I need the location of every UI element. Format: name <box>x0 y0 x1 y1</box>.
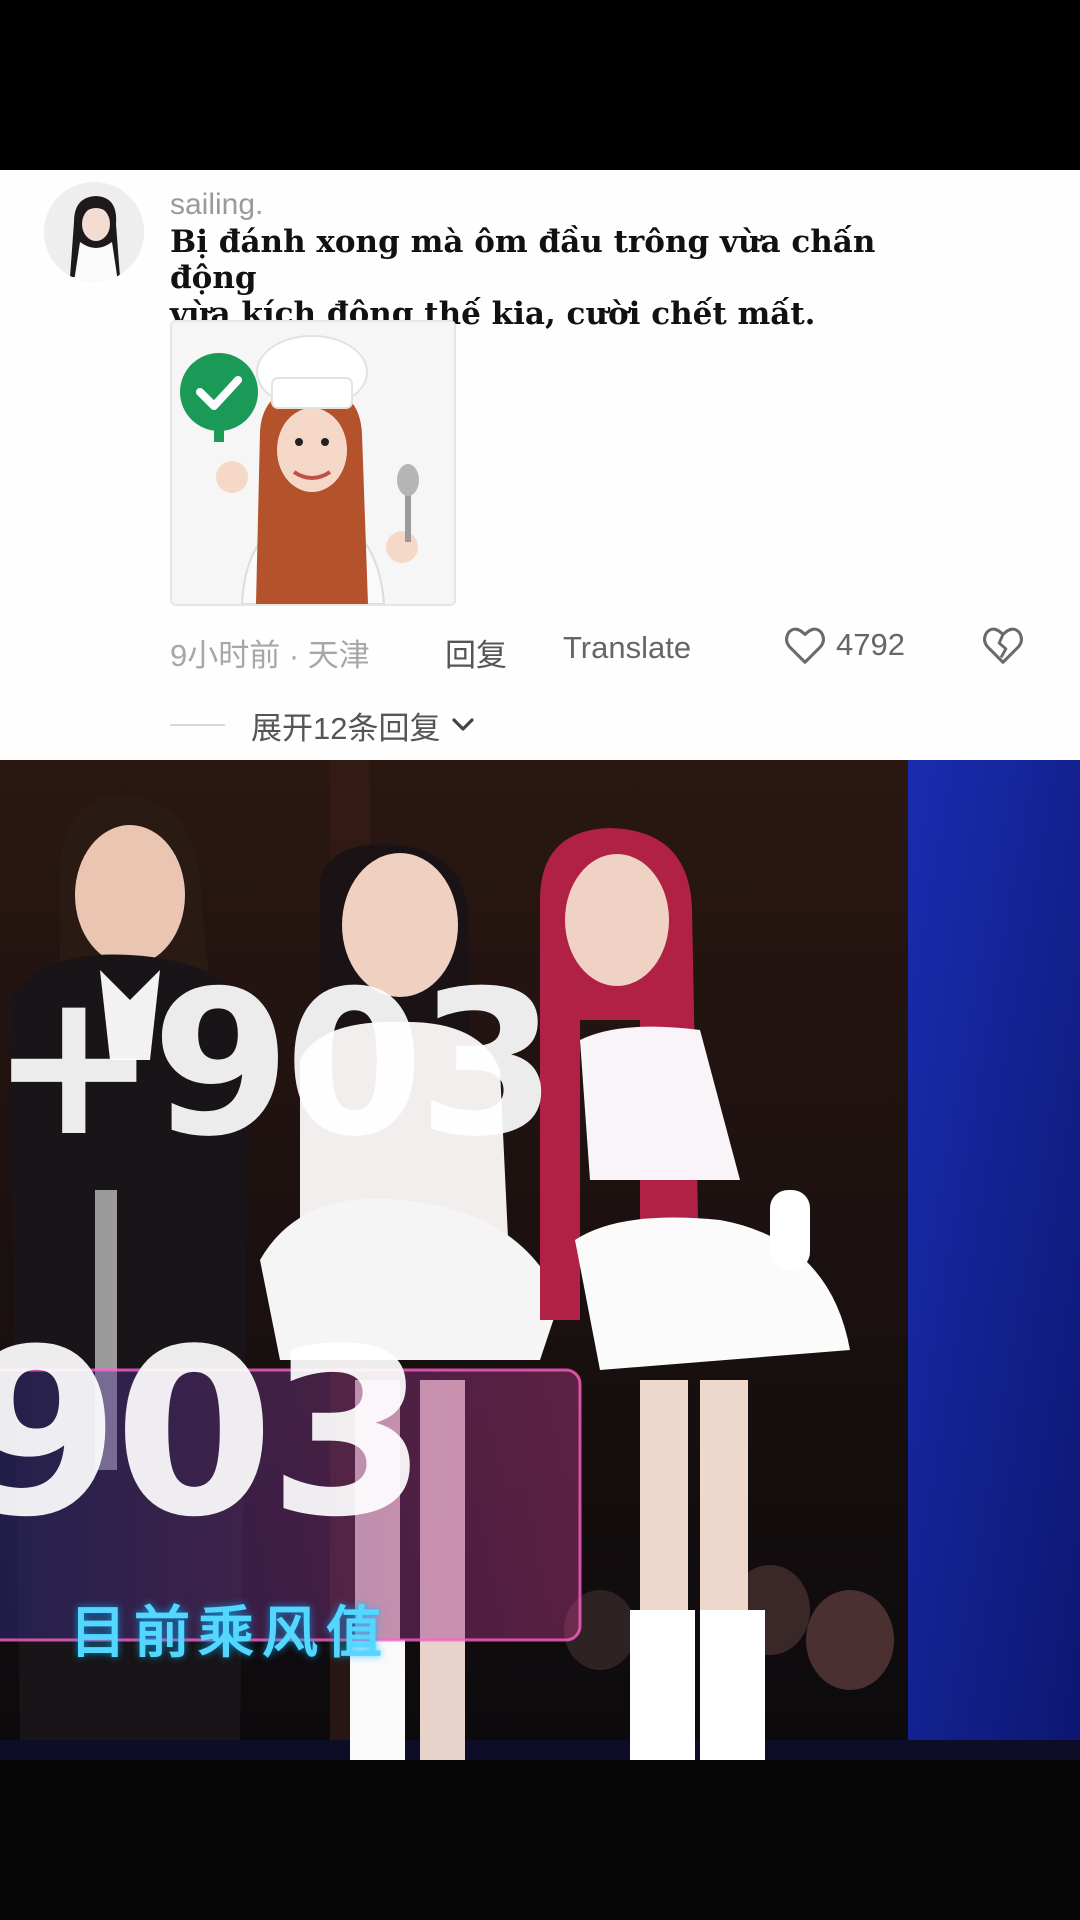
avatar-image <box>44 182 144 282</box>
like-count: 4792 <box>836 627 905 662</box>
comment-text-line-1: Bị đánh xong mà ôm đầu trông vừa chấn độ… <box>170 224 876 296</box>
score-overlay-top: +903 <box>0 948 557 1181</box>
comment-meta-row: 9小时前 · 天津 回复 Translate 4792 <box>170 620 1050 673</box>
comment-time-location: 9小时前 · 天津 <box>170 638 370 673</box>
username[interactable]: sailing. <box>170 188 263 222</box>
dislike-button[interactable] <box>980 622 1026 668</box>
avatar[interactable] <box>44 182 144 282</box>
comment-text: Bị đánh xong mà ôm đầu trông vừa chấn độ… <box>170 224 930 332</box>
reply-button[interactable]: 回复 <box>445 630 507 675</box>
broken-heart-icon <box>983 627 1023 664</box>
screen: sailing. Bị đánh xong mà ôm đầu trông vừ… <box>0 0 1080 1920</box>
comment-card: sailing. Bị đánh xong mà ôm đầu trông vừ… <box>0 170 1080 760</box>
score-overlay-bottom: 903 <box>0 1301 428 1568</box>
chef-sticker-image <box>172 322 454 604</box>
expand-replies-button[interactable]: 展开12条回复 <box>170 705 480 746</box>
score-overlay-label: 目前乘风值 <box>70 1601 390 1664</box>
like-button[interactable]: 4792 <box>782 620 905 670</box>
check-sign-icon <box>180 353 258 431</box>
heart-outline-icon <box>785 627 825 664</box>
bottom-dark-area <box>0 1760 1080 1920</box>
expand-divider <box>170 724 225 726</box>
translate-button[interactable]: Translate <box>563 630 691 666</box>
chevron-down-icon <box>452 718 475 731</box>
video-frame[interactable]: +903 903 目前乘风值 <box>0 760 1080 1760</box>
expand-replies-label: 展开12条回复 <box>251 710 441 746</box>
comment-sticker[interactable] <box>170 320 456 606</box>
